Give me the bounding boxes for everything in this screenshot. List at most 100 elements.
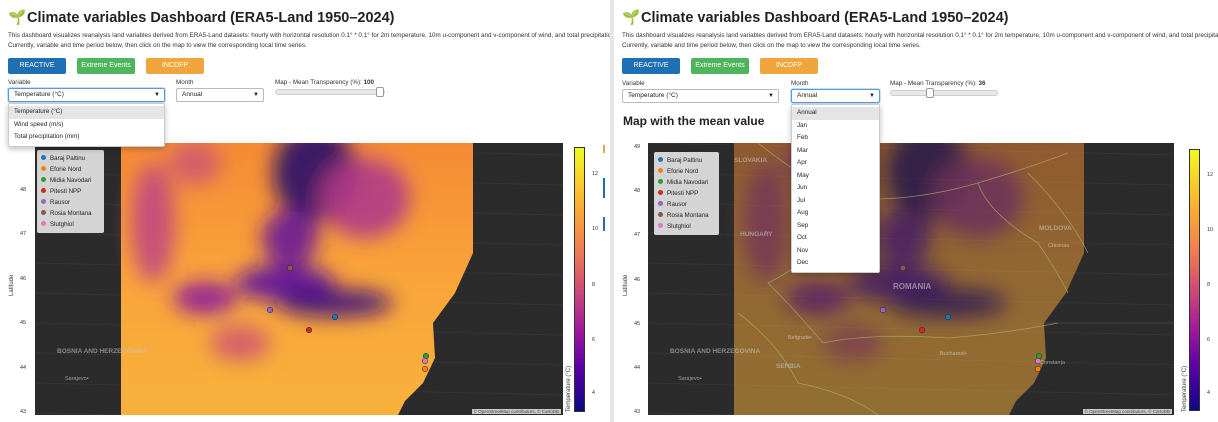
dropdown-option[interactable]: Apr [792, 157, 879, 170]
extreme-events-button[interactable]: Extreme Events [77, 58, 135, 74]
incdfp-button[interactable]: INCDFP [760, 58, 818, 74]
legend-marker-icon [41, 165, 46, 171]
dropdown-option[interactable]: Sep [792, 220, 879, 233]
page-title: 🌱Climate variables Dashboard (ERA5-Land … [622, 9, 1008, 26]
variable-select[interactable]: Temperature (°C) ▼ [622, 89, 779, 103]
station-marker [879, 306, 887, 314]
month-label: Month [176, 79, 194, 86]
legend-item: Slutghiol [41, 219, 100, 230]
caret-down-icon: ▼ [768, 93, 774, 99]
colorbar-tick-label: 12 [592, 170, 598, 177]
legend-label: Baraj Paltinu [667, 157, 703, 164]
slider-handle[interactable] [376, 87, 384, 97]
dropdown-option[interactable]: Jan [792, 120, 879, 133]
dropdown-option[interactable]: Annual [792, 107, 879, 120]
station-legend: Baraj Paltinu Eforie Nord Midia Navodari Pi… [37, 150, 104, 233]
dropdown-option[interactable]: Wind speed (m/s) [9, 119, 164, 132]
dashboard-description: This dashboard visualizes reanalysis lan… [622, 32, 1218, 49]
city-label-text: Constanța [1040, 360, 1066, 366]
dropdown-option[interactable]: May [792, 170, 879, 183]
reactive-button[interactable]: REACTIVE [8, 58, 66, 74]
transparency-slider[interactable] [890, 88, 998, 98]
month-select[interactable]: Annual ▼ [791, 89, 880, 103]
variable-select[interactable]: Temperature (°C) ▼ [8, 88, 165, 102]
legend-label: Pitesti NPP [50, 188, 82, 195]
legend-label: Rausor [50, 199, 70, 206]
colorbar-tick-label: 8 [1207, 282, 1210, 289]
lat-tick-label: 46 [634, 276, 641, 283]
legend-label: Midia Navodari [667, 179, 709, 186]
sprout-icon: 🌱 [622, 10, 641, 26]
country-label: HUNGARY [740, 231, 773, 238]
legend-marker-icon [658, 167, 663, 173]
colorbar-tick-label: 6 [1207, 337, 1210, 344]
incdfp-button[interactable]: INCDFP [146, 58, 204, 74]
city-label: Belgrade• [788, 335, 812, 341]
dropdown-option[interactable]: Dec [792, 257, 879, 270]
caret-down-icon: ▼ [154, 92, 160, 98]
city-label-text: Sarajevo [678, 376, 700, 382]
slider-handle[interactable] [926, 88, 935, 98]
transparency-slider[interactable] [275, 87, 385, 97]
dropdown-option[interactable]: Mar [792, 145, 879, 158]
legend-marker-icon [41, 198, 46, 204]
legend-marker-icon [658, 178, 663, 184]
legend-item: Eforie Nord [41, 164, 100, 175]
dropdown-option[interactable]: Aug [792, 207, 879, 220]
legend-marker-icon [41, 154, 46, 160]
country-label: SERBIA [776, 363, 801, 370]
lat-tick-label: 46 [20, 275, 27, 282]
reactive-button[interactable]: REACTIVE [622, 58, 680, 74]
city-label: Sarajevo• [678, 376, 702, 382]
transparency-value: 100 [363, 79, 375, 86]
latitude-axis-label: Latitude [623, 274, 629, 296]
lat-tick-label: 49 [634, 144, 641, 150]
station-marker [266, 306, 274, 314]
map-attribution: © OpenStreetMap contributors, © CartoDB [1082, 409, 1172, 414]
country-label: ROMANIA [893, 282, 932, 291]
station-marker [421, 357, 429, 365]
edge-marker [603, 217, 605, 231]
heatmap-layer [648, 143, 1174, 415]
city-label-text: Bucharest [940, 351, 965, 357]
dropdown-option[interactable]: Jun [792, 182, 879, 195]
legend-item: Eforie Nord [658, 166, 715, 177]
dropdown-option[interactable]: Oct [792, 232, 879, 245]
extreme-events-button[interactable]: Extreme Events [691, 58, 749, 74]
transparency-label: Map - Mean Transparency (%): 100 [275, 79, 374, 86]
sprout-icon: 🌱 [8, 10, 27, 26]
dropdown-option[interactable]: Nov [792, 245, 879, 258]
legend-label: Rausor [667, 201, 687, 208]
dropdown-option[interactable]: Jul [792, 195, 879, 208]
dropdown-option[interactable]: Temperature (°C) [9, 106, 164, 119]
variable-label: Variable [8, 79, 31, 86]
month-label: Month [791, 80, 809, 87]
legend-marker-icon [658, 222, 663, 228]
dropdown-option[interactable]: Total precipitation (mm) [9, 131, 164, 144]
map-canvas[interactable]: SLOVAKIA HUNGARY MOLDOVA ROMANIA SERBIA … [648, 143, 1174, 415]
colorbar-tick-label: 10 [592, 226, 598, 233]
month-select[interactable]: Annual ▼ [176, 88, 264, 102]
legend-item: Baraj Paltinu [41, 153, 100, 164]
page-title: 🌱Climate variables Dashboard (ERA5-Land … [8, 9, 394, 26]
map-canvas[interactable]: BOSNIA AND HERZEGOVINA Sarajevo• © OpenS… [35, 143, 563, 415]
station-marker [899, 264, 907, 272]
legend-label: Midia Navodari [50, 177, 92, 184]
dashboard-description: This dashboard visualizes reanalysis lan… [8, 32, 610, 49]
legend-label: Slutghiol [667, 223, 691, 230]
colorbar-label: Temperature (°C) [1182, 365, 1188, 412]
colorbar-tick-label: 12 [1207, 172, 1213, 179]
legend-marker-icon [41, 209, 46, 215]
lat-tick-label: 44 [20, 364, 27, 371]
legend-item: Midia Navodari [41, 175, 100, 186]
caret-down-icon: ▼ [253, 92, 259, 98]
country-label: BOSNIA AND HERZEGOVINA [57, 348, 147, 355]
lat-tick-label: 45 [20, 320, 27, 326]
dropdown-option[interactable]: Feb [792, 132, 879, 145]
station-marker [331, 313, 339, 321]
lat-tick-label: 44 [634, 364, 641, 371]
caret-down-icon: ▼ [869, 93, 875, 99]
legend-item: Rosia Montana [41, 208, 100, 219]
city-label: Bucharest• [940, 351, 967, 357]
station-marker [1035, 352, 1043, 360]
